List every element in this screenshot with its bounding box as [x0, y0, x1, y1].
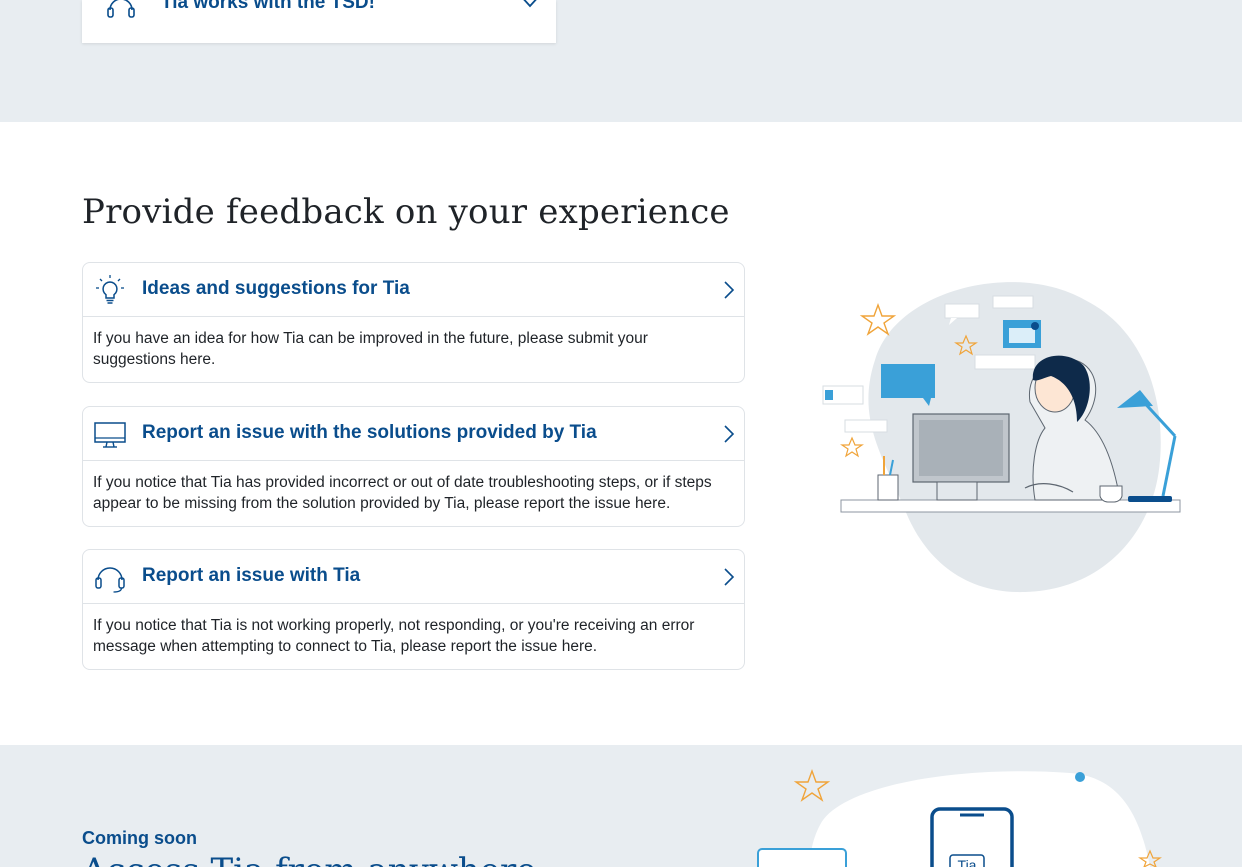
chevron-down-icon[interactable]	[516, 0, 544, 16]
section-title: Provide feedback on your experience	[82, 192, 730, 232]
card-title[interactable]: Report an issue with Tia	[142, 565, 360, 587]
chevron-right-icon[interactable]	[722, 566, 736, 588]
top-band: Tia works with the TSD!	[0, 0, 1242, 122]
card-title[interactable]: Report an issue with the solutions provi…	[142, 422, 597, 444]
card-header[interactable]: Report an issue with the solutions provi…	[83, 407, 744, 461]
coming-soon-section: Coming soon Access Tia from anywhere Tia	[0, 745, 1242, 867]
feedback-card-ideas[interactable]: Ideas and suggestions for Tia If you hav…	[82, 262, 745, 383]
feedback-card-tia-issue[interactable]: Report an issue with Tia If you notice t…	[82, 549, 745, 670]
card-header[interactable]: Ideas and suggestions for Tia	[83, 263, 744, 317]
card-description: If you have an idea for how Tia can be i…	[93, 330, 648, 368]
card-description: If you notice that Tia is not working pr…	[93, 617, 695, 655]
card-description: If you notice that Tia has provided inco…	[93, 474, 712, 512]
mobile-illustration: Tia	[757, 768, 1162, 867]
feedback-card-solutions[interactable]: Report an issue with the solutions provi…	[82, 406, 745, 527]
lightbulb-icon	[96, 275, 124, 304]
card-title[interactable]: Ideas and suggestions for Tia	[142, 278, 410, 300]
accordion-label: Tia works with the TSD!	[161, 0, 375, 13]
headset-icon	[107, 0, 135, 18]
coming-soon-title: Access Tia from anywhere	[82, 851, 536, 867]
coming-soon-label: Coming soon	[82, 828, 197, 848]
chevron-right-icon[interactable]	[722, 279, 736, 301]
card-header[interactable]: Report an issue with Tia	[83, 550, 744, 604]
headset-icon	[95, 567, 125, 593]
chevron-right-icon[interactable]	[722, 423, 736, 445]
feedback-illustration	[822, 282, 1181, 593]
monitor-icon	[94, 422, 126, 448]
accordion-tsd[interactable]: Tia works with the TSD!	[82, 0, 556, 43]
phone-tia-label: Tia	[958, 857, 977, 867]
